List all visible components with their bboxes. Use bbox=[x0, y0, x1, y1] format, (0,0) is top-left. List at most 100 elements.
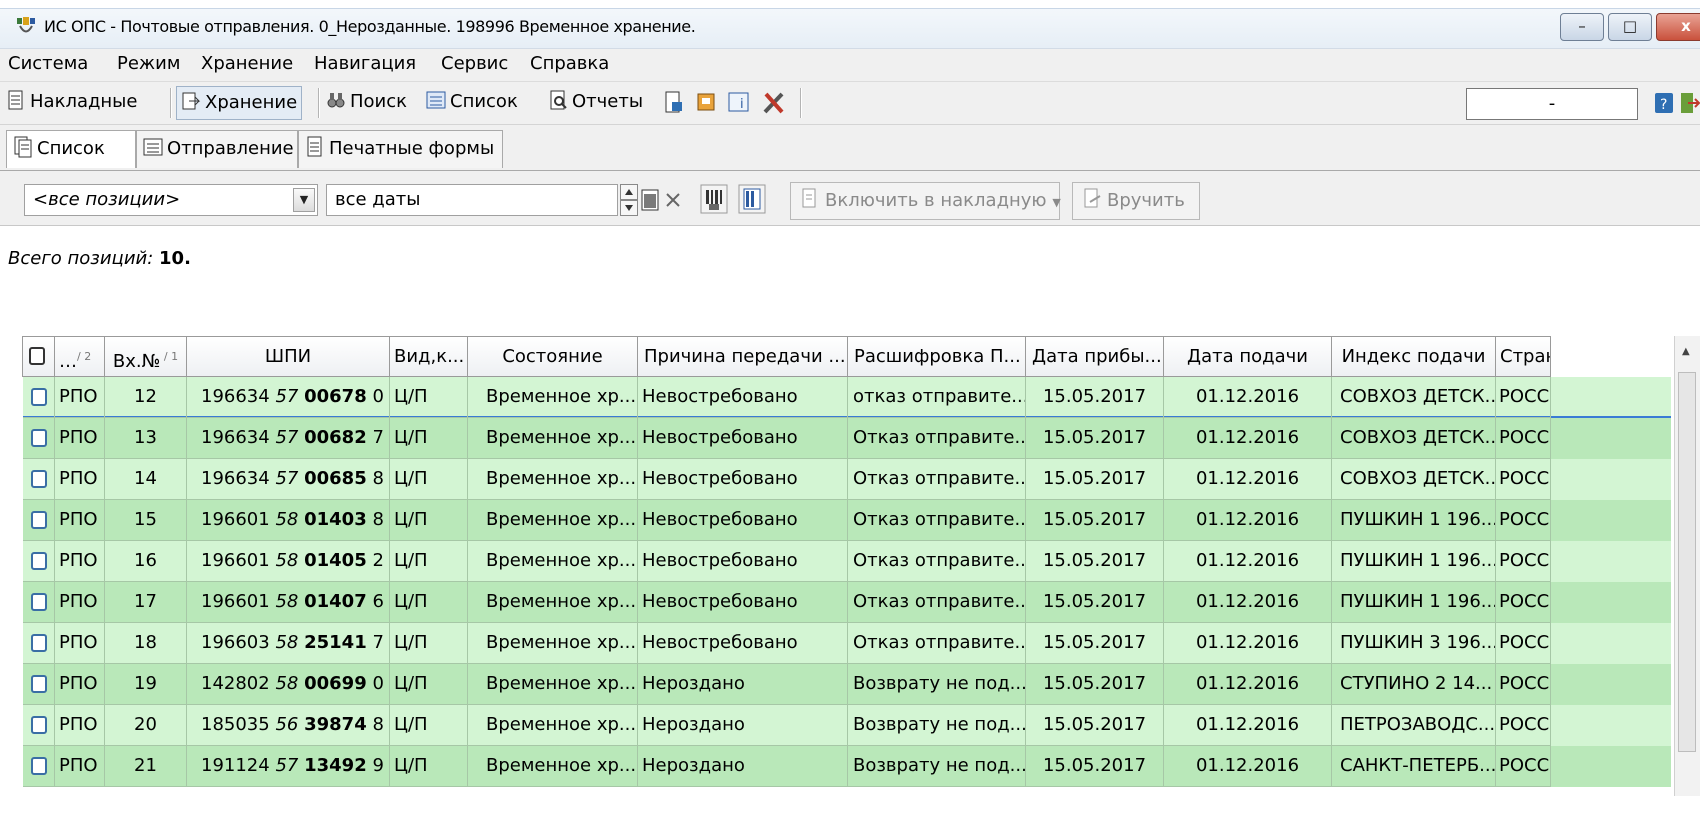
deliver-button-label: Вручить bbox=[1107, 190, 1185, 211]
barcode-scanner-icon[interactable] bbox=[700, 184, 728, 214]
package-icon[interactable] bbox=[696, 90, 716, 114]
cell-index: ПУШКИН 1 196... bbox=[1332, 582, 1496, 623]
calendar-icon[interactable] bbox=[640, 186, 660, 214]
table-row[interactable]: РПО 13 196634 57 00682 7 Ц/П Временное хр...… bbox=[23, 418, 1671, 459]
table-row[interactable]: РПО 14 196634 57 00685 8 Ц/П Временное хр...… bbox=[23, 459, 1671, 500]
menu-navigaciya[interactable]: Навигация bbox=[314, 53, 416, 74]
row-checkbox[interactable] bbox=[31, 470, 47, 488]
row-checkbox-cell[interactable] bbox=[23, 500, 55, 541]
cell-state: Временное хр... bbox=[468, 459, 638, 500]
row-checkbox[interactable] bbox=[31, 675, 47, 693]
export-icon[interactable] bbox=[664, 90, 684, 114]
tab-pechatnye-formy[interactable]: Печатные формы bbox=[298, 130, 503, 168]
hranenie-button[interactable]: Хранение bbox=[176, 86, 303, 120]
clear-icon[interactable] bbox=[664, 188, 682, 212]
cell-spi: 196634 57 00685 8 bbox=[187, 459, 390, 500]
row-checkbox[interactable] bbox=[31, 634, 47, 652]
header-arrival-date[interactable]: Дата прибы... bbox=[1026, 336, 1164, 377]
row-checkbox[interactable] bbox=[31, 511, 47, 529]
row-checkbox-cell[interactable] bbox=[23, 705, 55, 746]
help-icon[interactable]: ? bbox=[1654, 92, 1674, 114]
close-button[interactable]: x bbox=[1656, 13, 1700, 41]
table-row[interactable]: РПО 19 142802 58 00699 0 Ц/П Временное хр...… bbox=[23, 664, 1671, 705]
table-row[interactable]: РПО 15 196601 58 01403 8 Ц/П Временное хр...… bbox=[23, 500, 1671, 541]
row-checkbox-cell[interactable] bbox=[23, 623, 55, 664]
cell-arrival: 15.05.2017 bbox=[1026, 664, 1164, 705]
table-row[interactable]: РПО 17 196601 58 01407 6 Ц/П Временное хр...… bbox=[23, 582, 1671, 623]
row-checkbox-cell[interactable] bbox=[23, 418, 55, 459]
spi-part: 58 bbox=[275, 591, 299, 612]
row-checkbox-cell[interactable] bbox=[23, 582, 55, 623]
menu-spravka[interactable]: Справка bbox=[530, 53, 609, 74]
cell-state: Временное хр... bbox=[468, 500, 638, 541]
row-checkbox[interactable] bbox=[31, 716, 47, 734]
cell-num: 18 bbox=[105, 623, 187, 664]
row-checkbox-cell[interactable] bbox=[23, 459, 55, 500]
header-in-number[interactable]: Вх.№ / 1 bbox=[105, 336, 187, 377]
table-row[interactable]: РПО 21 191124 57 13492 9 Ц/П Временное хр...… bbox=[23, 746, 1671, 787]
include-in-waybill-button[interactable]: Включить в накладную ▼ bbox=[790, 182, 1061, 220]
list-icon bbox=[426, 91, 446, 109]
vertical-scrollbar[interactable]: ▲ bbox=[1674, 336, 1700, 796]
scrollbar-thumb[interactable] bbox=[1678, 372, 1696, 752]
info-icon[interactable]: i bbox=[728, 90, 750, 114]
positions-dropdown[interactable]: <все позиции> ▼ bbox=[24, 184, 318, 216]
columns-icon[interactable] bbox=[738, 184, 766, 214]
header-spi[interactable]: ШПИ bbox=[187, 336, 390, 377]
header-country[interactable]: Стран bbox=[1496, 336, 1551, 377]
header-sent-date[interactable]: Дата подачи bbox=[1164, 336, 1332, 377]
menu-servis[interactable]: Сервис bbox=[441, 53, 508, 74]
header-decode[interactable]: Расшифровка П... bbox=[848, 336, 1026, 377]
scroll-up-icon[interactable]: ▲ bbox=[1682, 346, 1690, 357]
header-kind[interactable]: Вид,к... bbox=[390, 336, 468, 377]
exit-icon[interactable] bbox=[1680, 92, 1700, 114]
spinner-icon[interactable] bbox=[620, 184, 638, 216]
row-checkbox[interactable] bbox=[31, 757, 47, 775]
row-checkbox-cell[interactable] bbox=[23, 746, 55, 787]
header-select-all[interactable] bbox=[22, 336, 55, 377]
row-checkbox[interactable] bbox=[31, 552, 47, 570]
tab-spisok[interactable]: Список bbox=[6, 130, 136, 168]
header-type[interactable]: …/ 2 bbox=[55, 336, 105, 377]
app-window: ИС ОПС - Почтовые отправления. 0_Нерозда… bbox=[0, 8, 1700, 829]
row-checkbox[interactable] bbox=[31, 388, 47, 406]
spisok-button[interactable]: Список bbox=[426, 90, 518, 116]
tools-icon[interactable] bbox=[762, 90, 786, 116]
header-index[interactable]: Индекс подачи bbox=[1332, 336, 1496, 377]
menu-rezhim[interactable]: Режим bbox=[117, 53, 180, 74]
cell-sent: 01.12.2016 bbox=[1164, 418, 1332, 459]
poisk-button[interactable]: Поиск bbox=[326, 90, 407, 116]
row-checkbox[interactable] bbox=[31, 429, 47, 447]
chevron-down-icon[interactable]: ▼ bbox=[293, 188, 315, 212]
cell-vid: Ц/П bbox=[390, 582, 468, 623]
row-checkbox-cell[interactable] bbox=[23, 377, 55, 418]
spi-part: 196601 bbox=[201, 591, 270, 612]
deliver-button[interactable]: Вручить bbox=[1072, 182, 1200, 220]
select-all-checkbox[interactable] bbox=[29, 347, 45, 365]
cell-sent: 01.12.2016 bbox=[1164, 623, 1332, 664]
nakladnye-button[interactable]: Накладные bbox=[6, 90, 137, 116]
sort-order-2: 1 bbox=[171, 350, 179, 363]
row-checkbox-cell[interactable] bbox=[23, 664, 55, 705]
header-reason[interactable]: Причина передачи ... bbox=[638, 336, 848, 377]
maximize-button[interactable]: □ bbox=[1608, 13, 1652, 41]
row-checkbox-cell[interactable] bbox=[23, 541, 55, 582]
dates-field[interactable]: все даты bbox=[326, 184, 618, 216]
toolbar-separator bbox=[170, 88, 172, 118]
menu-hranenie[interactable]: Хранение bbox=[201, 53, 293, 74]
table-row[interactable]: РПО 12 196634 57 00678 0 Ц/П Временное хр...… bbox=[23, 377, 1671, 418]
menu-sistema[interactable]: Система bbox=[8, 53, 88, 74]
spi-part: 58 bbox=[275, 509, 299, 530]
table-row[interactable]: РПО 20 185035 56 39874 8 Ц/П Временное хр...… bbox=[23, 705, 1671, 746]
cell-sent: 01.12.2016 bbox=[1164, 459, 1332, 500]
table-row[interactable]: РПО 16 196601 58 01405 2 Ц/П Временное хр...… bbox=[23, 541, 1671, 582]
toolbar-separator bbox=[318, 88, 320, 118]
table-row[interactable]: РПО 18 196603 58 25141 7 Ц/П Временное хр...… bbox=[23, 623, 1671, 664]
dropdown-arrow-icon: ▼ bbox=[1052, 196, 1061, 209]
minimize-button[interactable]: – bbox=[1560, 13, 1604, 41]
cell-decode: Отказ отправите... bbox=[848, 500, 1026, 541]
row-checkbox[interactable] bbox=[31, 593, 47, 611]
otchety-button[interactable]: Отчеты bbox=[548, 90, 643, 116]
header-state[interactable]: Состояние bbox=[468, 336, 638, 377]
tab-otpravlenie[interactable]: Отправление bbox=[136, 130, 298, 168]
